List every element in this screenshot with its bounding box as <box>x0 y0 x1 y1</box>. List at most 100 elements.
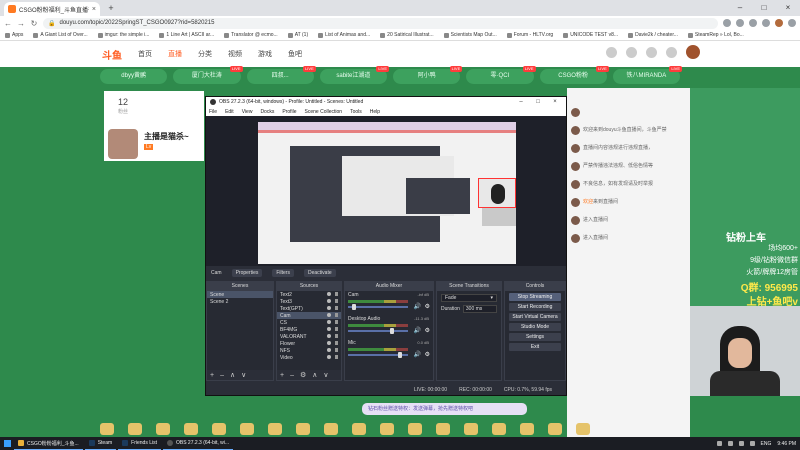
taskbar-app-friends[interactable]: Friends List <box>118 437 161 450</box>
volume-slider-knob[interactable] <box>352 304 357 310</box>
url-field[interactable]: 🔒 douyu.com/topic/2022SpringST_CSGO0927?… <box>43 17 718 29</box>
gift-icon[interactable] <box>352 423 366 435</box>
gift-icon[interactable] <box>436 423 450 435</box>
maximize-icon[interactable]: □ <box>531 99 545 105</box>
deactivate-button[interactable]: Deactivate <box>303 269 336 277</box>
bookmark-item[interactable]: imgur: the simple i... <box>97 32 149 38</box>
chat-avatar[interactable] <box>571 162 580 171</box>
stop-streaming-button[interactable]: Stop Streaming <box>509 293 561 301</box>
visibility-eye-icon[interactable] <box>327 355 331 359</box>
lock-icon[interactable] <box>335 313 338 317</box>
add-icon[interactable]: + <box>280 372 284 379</box>
chat-avatar[interactable] <box>571 108 580 117</box>
history-icon[interactable] <box>606 47 617 58</box>
lock-icon[interactable] <box>335 355 338 359</box>
obs-menu-item[interactable]: Tools <box>350 109 362 115</box>
message-icon[interactable] <box>646 47 657 58</box>
gear-icon[interactable]: ⚙ <box>300 371 306 379</box>
obs-preview[interactable] <box>206 116 566 266</box>
taskbar-app-chrome[interactable]: CSGO粉粉福利_斗鱼... <box>14 437 83 450</box>
game-tab[interactable]: 零·QCI LIVE <box>466 66 536 84</box>
gift-icon[interactable] <box>296 423 310 435</box>
volume-slider-knob[interactable] <box>390 328 394 334</box>
volume-icon[interactable] <box>749 441 755 446</box>
clock[interactable]: 9:46 PM <box>777 441 796 447</box>
tray-icon[interactable] <box>727 441 733 446</box>
move-up-icon[interactable]: ∧ <box>230 371 235 379</box>
settings-button[interactable]: Settings <box>509 333 561 341</box>
bookmark-item[interactable]: Davie2k / cheater... <box>628 32 678 38</box>
nav-category[interactable]: 分类 <box>198 49 212 59</box>
taskbar-app-obs[interactable]: OBS 27.2.3 (64-bit, wi... <box>162 437 234 450</box>
gift-icon[interactable] <box>520 423 534 435</box>
gear-icon[interactable]: ⚙ <box>425 327 430 334</box>
close-window-icon[interactable]: × <box>548 99 562 105</box>
maximize-icon[interactable]: □ <box>752 0 776 16</box>
obs-menu-item[interactable]: Scene Collection <box>305 109 343 115</box>
source-item[interactable]: Text2 <box>277 291 341 298</box>
profile-avatar-icon[interactable] <box>775 19 783 27</box>
lock-icon[interactable] <box>335 292 338 296</box>
gift-icon[interactable] <box>548 423 562 435</box>
minimize-icon[interactable]: – <box>728 0 752 16</box>
taskbar-app-steam[interactable]: Steam <box>84 437 117 450</box>
lock-icon[interactable] <box>335 341 338 345</box>
chat-user[interactable]: 欢迎 <box>583 199 593 205</box>
bookmark-item[interactable]: Translator @ ecmo... <box>224 32 278 38</box>
nav-home[interactable]: 首页 <box>138 49 152 59</box>
extension-icon[interactable] <box>749 19 757 27</box>
source-item[interactable]: BF4MG <box>277 326 341 333</box>
add-icon[interactable]: + <box>210 372 214 379</box>
transition-select[interactable]: Fade ▾ <box>441 294 497 302</box>
game-tab[interactable]: dbyy黄鹂 <box>100 69 168 84</box>
back-icon[interactable]: ← <box>4 19 12 28</box>
chat-avatar[interactable] <box>571 144 580 153</box>
bookmark-item[interactable]: UNICODE TEST v8... <box>563 32 618 38</box>
bookmark-item[interactable]: List of Animas and... <box>318 32 370 38</box>
chat-avatar[interactable] <box>571 216 580 225</box>
properties-button[interactable]: Properties <box>231 269 263 277</box>
user-avatar[interactable] <box>686 45 700 59</box>
bookmark-item[interactable]: AT (1) <box>287 32 308 38</box>
gift-icon[interactable] <box>576 423 590 435</box>
language-indicator[interactable]: ENG <box>761 441 772 447</box>
visibility-eye-icon[interactable] <box>327 306 331 310</box>
visibility-eye-icon[interactable] <box>327 341 331 345</box>
close-window-icon[interactable]: × <box>776 0 800 16</box>
game-tab[interactable]: CSGO粉粉 LIVE <box>539 66 609 84</box>
chat-avatar[interactable] <box>571 198 580 207</box>
chat-avatar[interactable] <box>571 126 580 135</box>
scene-item[interactable]: Scene 2 <box>207 298 273 305</box>
obs-menu-item[interactable]: Help <box>370 109 380 115</box>
bookmark-item[interactable]: 20 Satirical Illustrat... <box>380 32 434 38</box>
obs-menu-item[interactable]: Docks <box>260 109 274 115</box>
gear-icon[interactable]: ⚙ <box>425 351 430 358</box>
lock-icon[interactable] <box>335 306 338 310</box>
gift-icon[interactable] <box>212 423 226 435</box>
speaker-icon[interactable]: 🔊 <box>414 303 421 310</box>
gift-icon[interactable] <box>100 423 114 435</box>
browser-tab[interactable]: CSGO粉粉福利_斗鱼直播平台 × <box>4 2 100 16</box>
obs-menu-item[interactable]: View <box>242 109 253 115</box>
obs-menu-item[interactable]: Edit <box>225 109 234 115</box>
source-item[interactable]: Text(GPT) <box>277 305 341 312</box>
speaker-icon[interactable]: 🔊 <box>414 351 421 358</box>
lock-icon[interactable] <box>335 348 338 352</box>
remove-icon[interactable]: – <box>220 372 224 379</box>
move-down-icon[interactable]: ∨ <box>241 371 246 379</box>
visibility-eye-icon[interactable] <box>327 348 331 352</box>
nav-games[interactable]: 游戏 <box>258 49 272 59</box>
filters-button[interactable]: Filters <box>272 269 294 277</box>
visibility-eye-icon[interactable] <box>327 334 331 338</box>
game-tab[interactable]: 四叔... LIVE <box>246 66 316 84</box>
gift-icon[interactable] <box>240 423 254 435</box>
bookmark-item[interactable]: A Giant List of Over... <box>33 32 88 38</box>
visibility-eye-icon[interactable] <box>327 299 331 303</box>
move-up-icon[interactable]: ∧ <box>312 371 317 379</box>
tray-icon[interactable] <box>716 441 722 446</box>
network-icon[interactable] <box>738 441 744 446</box>
danmu-input[interactable]: 钻石粉丝赠送特权：发送弹幕，抢先赠送特权吧 <box>362 403 527 415</box>
chat-avatar[interactable] <box>571 234 580 243</box>
bookmark-item[interactable]: Forum - HLTV.org <box>506 32 553 38</box>
source-item[interactable]: Flower <box>277 340 341 347</box>
